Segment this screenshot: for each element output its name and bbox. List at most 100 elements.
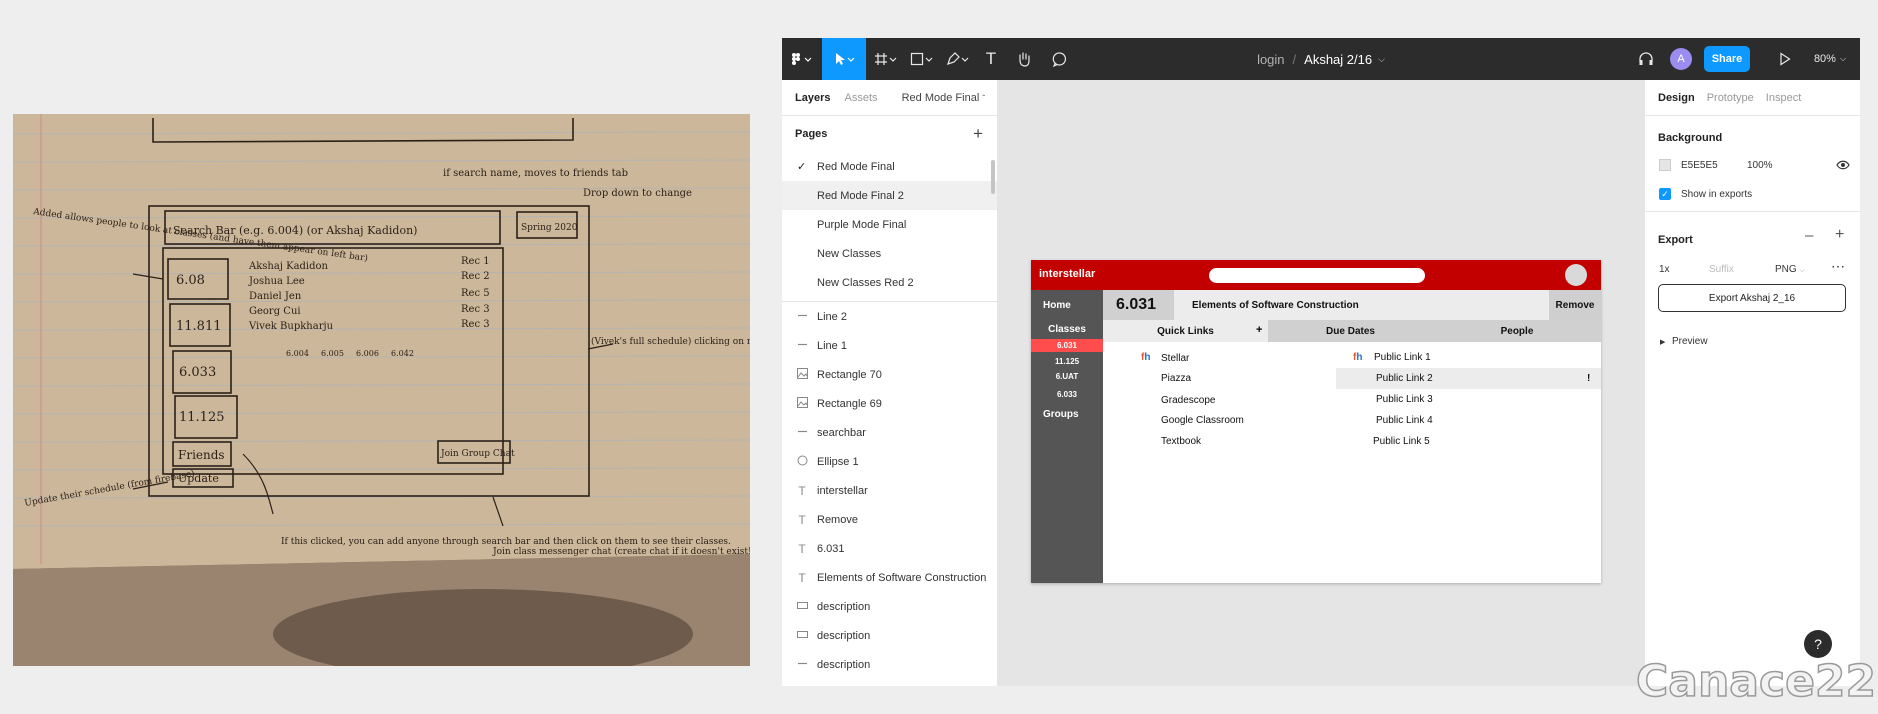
layer-row[interactable]: Line 1 [782,331,997,360]
app-avatar[interactable] [1565,264,1587,286]
pages-header: Pages + [782,116,997,152]
sketch-chip-1: 6.004 [286,349,309,358]
file-name[interactable]: Akshaj 2/16 [1304,52,1372,67]
layer-name: description [817,658,871,671]
canvas[interactable]: interstellar Home Classes 6.031 11.125 6… [998,80,1644,686]
move-tool-button[interactable] [822,38,866,80]
quick-link[interactable]: Google Classroom [1161,410,1244,431]
page-item[interactable]: ✓ Red Mode Final [782,152,997,181]
quick-link[interactable]: Piazza [1161,368,1191,389]
sketch-drawing: Search Bar (e.g. 6.004) (or Akshaj Kadid… [13,114,750,666]
add-page-icon[interactable]: + [973,124,983,144]
quick-link[interactable]: Gradescope [1161,390,1215,411]
text-tool-button[interactable]: T [976,38,1006,80]
main-menu-button[interactable] [782,38,822,80]
layer-row[interactable]: searchbar [782,418,997,447]
more-options-icon[interactable]: ⋯ [1831,258,1846,275]
add-link-icon[interactable]: + [1256,324,1262,336]
layer-name: Elements of Software Construction [817,571,987,584]
background-opacity[interactable]: 100% [1747,160,1773,171]
export-scale[interactable]: 1x [1659,264,1670,275]
layer-row[interactable]: T 6.031 [782,534,997,563]
layer-row[interactable]: description [782,621,997,650]
class-item[interactable]: 6.UAT [1031,370,1103,383]
breadcrumb-project[interactable]: login [1257,52,1284,67]
background-hex[interactable]: E5E5E5 [1681,160,1718,171]
share-button[interactable]: Share [1704,46,1750,72]
layer-row[interactable]: Line 2 [782,302,997,331]
layer-row[interactable]: Rectangle 70 [782,360,997,389]
page-list-scrollbar[interactable] [991,160,995,194]
frame-tool-button[interactable] [868,38,904,80]
line-icon [796,310,808,324]
pen-tool-button[interactable] [940,38,976,80]
nav-classes[interactable]: Classes [1031,324,1103,335]
layer-row[interactable]: T Remove [782,505,997,534]
chevron-up-icon: ˆ [982,93,985,103]
hand-tool-button[interactable] [1006,38,1042,80]
headphones-button[interactable] [1634,38,1658,80]
comment-icon [1052,52,1066,67]
tab-inspect[interactable]: Inspect [1766,92,1801,104]
page-item[interactable]: Purple Mode Final [782,210,997,239]
export-format-select[interactable]: PNG ⌵ [1775,264,1805,275]
class-item[interactable]: 11.125 [1031,355,1103,368]
background-swatch[interactable] [1659,159,1671,171]
public-link[interactable]: Public Link 3 [1376,389,1433,410]
current-page-selector[interactable]: Red Mode Final ˆ [902,92,985,104]
chevron-right-icon[interactable]: ▶ [1660,338,1665,346]
help-button[interactable]: ? [1804,630,1832,658]
public-link[interactable]: Public Link 5 [1373,431,1430,452]
public-link[interactable]: Public Link 2 [1376,368,1433,389]
zoom-dropdown[interactable]: 80% ⌵ [1808,38,1852,80]
present-button[interactable] [1770,38,1800,80]
tab-layers[interactable]: Layers [795,92,830,104]
chevron-down-icon[interactable]: ⌵ [1378,54,1385,65]
class-item[interactable]: 6.031 [1031,339,1103,352]
add-export-icon[interactable]: + [1835,226,1844,244]
export-heading: Export [1658,234,1693,246]
shape-tool-button[interactable] [904,38,940,80]
avatar[interactable]: A [1670,48,1692,70]
quick-link[interactable]: Stellar [1161,348,1189,369]
text-icon: T [985,49,997,68]
tab-design[interactable]: Design [1658,92,1695,104]
due-dates-header[interactable]: Due Dates [1268,320,1433,342]
layer-row[interactable]: Ellipse 1 [782,447,997,476]
sketch-note-dropdown: Drop down to change [583,188,692,199]
nav-groups[interactable]: Groups [1031,409,1103,420]
remove-button[interactable]: Remove [1549,290,1601,320]
public-link[interactable]: Public Link 4 [1376,410,1433,431]
design-frame[interactable]: interstellar Home Classes 6.031 11.125 6… [1031,260,1601,583]
export-button[interactable]: Export Akshaj 2_16 [1658,284,1846,312]
class-item[interactable]: 6.033 [1031,388,1103,401]
export-suffix-input[interactable]: Suffix [1709,264,1734,275]
remove-export-icon[interactable]: – [1805,227,1813,244]
layer-row[interactable]: description [782,679,997,686]
page-item[interactable]: New Classes Red 2 [782,268,997,297]
chevron-down-icon: ⌵ [1799,267,1805,274]
show-in-exports-checkbox[interactable]: ✓ [1659,188,1671,200]
layer-row[interactable]: description [782,592,997,621]
app-search-bar[interactable] [1209,268,1425,283]
comment-tool-button[interactable] [1042,38,1078,80]
people-header[interactable]: People [1433,320,1601,342]
preview-toggle[interactable]: Preview [1672,336,1708,347]
page-item[interactable]: New Classes [782,239,997,268]
layer-row[interactable]: Tinterstellar [782,476,997,505]
tab-assets[interactable]: Assets [844,92,877,104]
eye-icon[interactable] [1836,160,1850,170]
public-link[interactable]: Public Link 1 [1374,347,1431,368]
layer-row[interactable]: description [782,650,997,679]
nav-home[interactable]: Home [1031,300,1103,311]
page-item[interactable]: Red Mode Final 2 [782,181,997,210]
text-icon: T [798,570,806,585]
quick-link[interactable]: Textbook [1161,431,1201,452]
layer-name: Line 2 [817,310,847,323]
tab-prototype[interactable]: Prototype [1707,92,1754,104]
layer-row[interactable]: T Elements of Software Construction [782,563,997,592]
line-icon [796,426,808,440]
layer-row[interactable]: Rectangle 69 [782,389,997,418]
rectangle-icon [796,629,808,643]
layers-panel: Layers Assets Red Mode Final ˆ Pages + ✓… [782,80,998,686]
